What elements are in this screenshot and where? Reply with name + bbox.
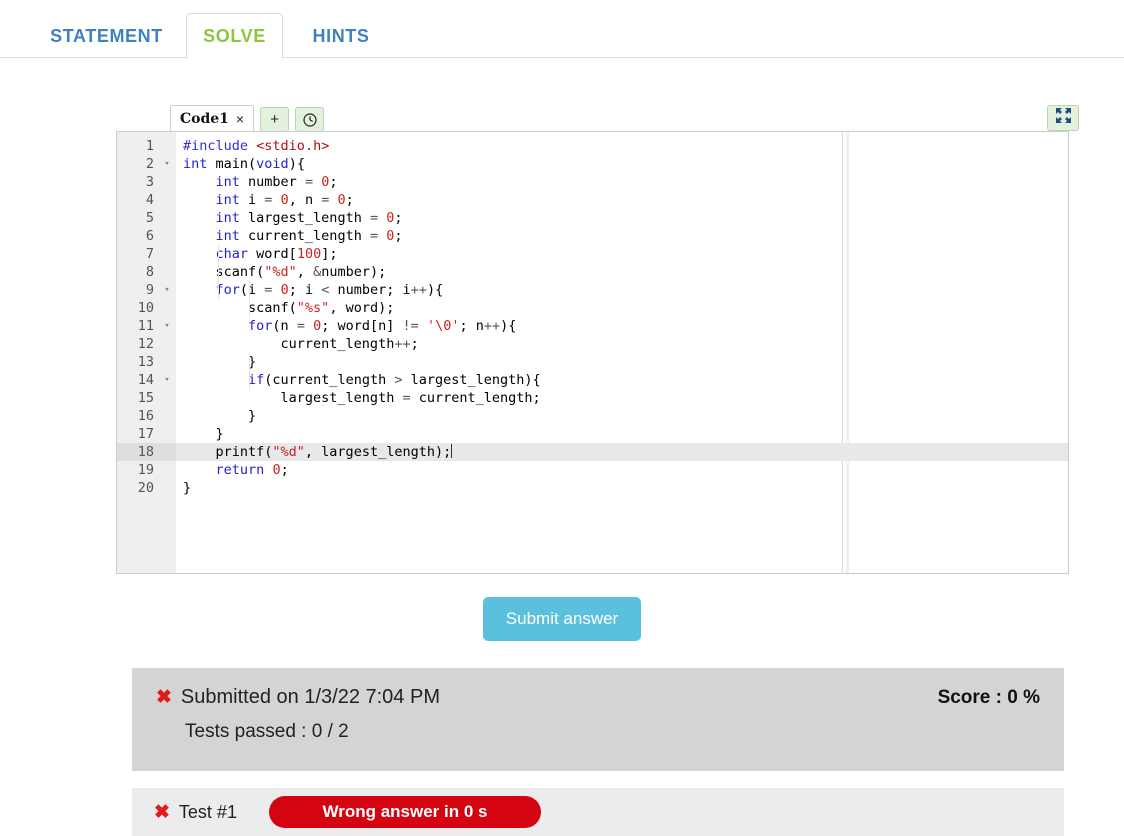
code-line-text: for(n = 0; word[n] != '\0'; n++){ (248, 318, 517, 334)
code-line-text: int current_length = 0; (215, 228, 403, 244)
tab-solve-label: SOLVE (203, 25, 266, 46)
test-verdict-badge[interactable]: Wrong answer in 0 s (269, 796, 541, 828)
results-panel: ✖ Submitted on 1/3/22 7:04 PM Score : 0 … (132, 668, 1064, 836)
code-lines[interactable]: 1 #include <stdio.h> 2 ▾ int main(void){3 in… (117, 132, 1068, 497)
submission-status: ✖ Submitted on 1/3/22 7:04 PM (156, 686, 440, 709)
line-number: 12 (117, 335, 176, 353)
code-line-text: scanf("%d", &number); (183, 264, 387, 280)
code-line[interactable]: 14 ▾ if(current_length > largest_length){ (117, 371, 1068, 389)
code-file-tab-code1[interactable]: Code1 × (170, 105, 255, 132)
fold-toggle-icon[interactable]: ▾ (161, 281, 173, 299)
code-line[interactable]: 10 scanf("%s", word); (117, 299, 1068, 317)
code-line-text: if(current_length > largest_length){ (248, 372, 541, 388)
code-file-tab-label: Code1 (180, 110, 229, 127)
code-line[interactable]: 13 } (117, 353, 1068, 371)
submit-row: Submit answer (0, 597, 1124, 641)
line-number: 3 (117, 173, 176, 191)
code-file-tabbar: Code1 × + (170, 104, 325, 132)
tab-solve[interactable]: SOLVE (186, 13, 283, 59)
line-number: 17 (117, 425, 176, 443)
submitted-on-label: Submitted on 1/3/22 7:04 PM (180, 686, 440, 708)
main-tabs: STATEMENT SOLVE HINTS (0, 0, 1124, 59)
test-row[interactable]: ✖ Test #1 Wrong answer in 0 s (132, 788, 1064, 836)
fullscreen-button[interactable] (1047, 105, 1079, 131)
code-line-text: for(i = 0; i < number; i++){ (215, 282, 444, 298)
code-line-text: int main(void){ (183, 156, 305, 172)
code-line-text: int i = 0, n = 0; (215, 192, 354, 208)
code-canvas[interactable]: 1 #include <stdio.h> 2 ▾ int main(void){3 in… (116, 131, 1069, 574)
code-line[interactable]: 4 int i = 0, n = 0; (117, 191, 1068, 209)
submission-summary-top: ✖ Submitted on 1/3/22 7:04 PM Score : 0 … (156, 686, 1040, 709)
code-line-text: printf("%d", largest_length); (176, 443, 1068, 461)
code-line[interactable]: 7 char word[100]; (117, 245, 1068, 263)
code-line[interactable]: 19 return 0; (117, 461, 1068, 479)
code-line-text: current_length++; (183, 336, 419, 352)
indent-guide (249, 353, 250, 389)
submission-summary: ✖ Submitted on 1/3/22 7:04 PM Score : 0 … (132, 668, 1064, 771)
code-line[interactable]: 8 scanf("%d", &number); (117, 263, 1068, 281)
code-line-text: int largest_length = 0; (215, 210, 403, 226)
submit-answer-button[interactable]: Submit answer (482, 597, 642, 641)
line-number: 1 (117, 137, 176, 155)
line-number: 4 (117, 191, 176, 209)
code-line[interactable]: 12 current_length++; (117, 335, 1068, 353)
fold-toggle-icon[interactable]: ▾ (161, 371, 173, 389)
add-file-button[interactable]: + (260, 107, 290, 132)
code-line[interactable]: 20} (117, 479, 1068, 497)
fold-toggle-icon[interactable]: ▾ (161, 155, 173, 173)
close-icon[interactable]: × (236, 111, 244, 127)
code-line-text: } (183, 408, 257, 424)
indent-guide (249, 281, 250, 317)
line-number: 16 (117, 407, 176, 425)
code-line[interactable]: 18 printf("%d", largest_length); (117, 443, 1068, 461)
code-line-text: largest_length = current_length; (183, 390, 541, 406)
fold-toggle-icon[interactable]: ▾ (161, 317, 173, 335)
tests-passed-label: Tests passed : 0 / 2 (185, 721, 349, 742)
x-mark-icon: ✖ (154, 801, 170, 823)
code-line[interactable]: 5 int largest_length = 0; (117, 209, 1068, 227)
line-number: 5 (117, 209, 176, 227)
code-line[interactable]: 15 largest_length = current_length; (117, 389, 1068, 407)
line-number: 13 (117, 353, 176, 371)
tab-hints-label: HINTS (312, 25, 370, 46)
score-label: Score : 0 % (937, 686, 1040, 708)
line-number: 8 (117, 263, 176, 281)
code-line[interactable]: 9 ▾ for(i = 0; i < number; i++){ (117, 281, 1068, 299)
fullscreen-icon (1055, 107, 1072, 129)
tab-statement-label: STATEMENT (50, 25, 163, 46)
line-number: 10 (117, 299, 176, 317)
code-line-text: scanf("%s", word); (183, 300, 395, 316)
line-number: 7 (117, 245, 176, 263)
line-number: 15 (117, 389, 176, 407)
code-line-text: return 0; (215, 462, 289, 478)
indent-guide (218, 245, 219, 299)
code-line-text: } (183, 354, 257, 370)
code-line[interactable]: 2 ▾ int main(void){ (117, 155, 1068, 173)
tab-hints[interactable]: HINTS (292, 13, 390, 58)
code-line[interactable]: 3 int number = 0; (117, 173, 1068, 191)
line-number: 19 (117, 461, 176, 479)
code-line[interactable]: 6 int current_length = 0; (117, 227, 1068, 245)
x-mark-icon: ✖ (156, 687, 172, 708)
code-line[interactable]: 11 ▾ for(n = 0; word[n] != '\0'; n++){ (117, 317, 1068, 335)
line-number: 18 (117, 443, 176, 461)
clock-icon (303, 112, 317, 127)
code-line-text: #include <stdio.h> (183, 138, 330, 154)
history-button[interactable] (295, 107, 325, 132)
line-number: 6 (117, 227, 176, 245)
tab-statement[interactable]: STATEMENT (29, 13, 184, 58)
code-line-text: } (183, 480, 192, 496)
test-name: ✖ Test #1 (154, 802, 269, 823)
test-name-label: Test #1 (178, 801, 237, 822)
code-line-text: char word[100]; (215, 246, 338, 262)
test-list: ✖ Test #1 Wrong answer in 0 s (132, 788, 1064, 836)
line-number: 20 (117, 479, 176, 497)
code-line[interactable]: 1 #include <stdio.h> (117, 137, 1068, 155)
code-line-text: } (183, 426, 224, 442)
code-line-text: int number = 0; (215, 174, 338, 190)
code-line[interactable]: 17 } (117, 425, 1068, 443)
plus-icon: + (270, 111, 279, 128)
text-caret (451, 444, 453, 458)
code-line[interactable]: 16 } (117, 407, 1068, 425)
